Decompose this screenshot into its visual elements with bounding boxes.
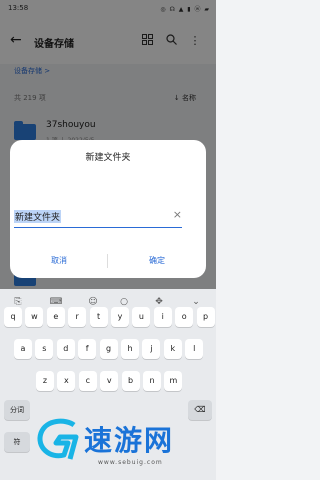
segment-key[interactable]: 分词 <box>4 400 30 420</box>
key-x[interactable]: x <box>57 371 76 391</box>
key-k[interactable]: k <box>163 339 182 359</box>
key-c[interactable]: c <box>78 371 97 391</box>
key-d[interactable]: d <box>56 339 75 359</box>
key-l[interactable]: l <box>185 339 204 359</box>
watermark-text: 速游网 <box>84 424 175 457</box>
key-u[interactable]: u <box>132 307 151 327</box>
key-j[interactable]: j <box>142 339 161 359</box>
watermark: 速游网 www.sebuig.com <box>36 413 216 473</box>
cancel-button[interactable]: 取消 <box>10 255 108 266</box>
cursor-move-icon[interactable]: ✥ <box>149 297 169 307</box>
key-q[interactable]: q <box>4 307 22 327</box>
key-g[interactable]: g <box>99 339 118 359</box>
key-t[interactable]: t <box>89 307 108 327</box>
key-h[interactable]: h <box>121 339 139 359</box>
folder-name-input-value[interactable]: 新建文件夹 <box>14 210 62 223</box>
voice-search-icon[interactable]: ○ <box>114 297 134 307</box>
key-a[interactable]: a <box>14 339 32 359</box>
key-s[interactable]: s <box>35 339 54 359</box>
key-e[interactable]: e <box>46 307 65 327</box>
key-f[interactable]: f <box>78 339 97 359</box>
key-r[interactable]: r <box>68 307 87 327</box>
key-v[interactable]: v <box>100 371 119 391</box>
watermark-url: www.sebuig.com <box>98 459 163 466</box>
confirm-button[interactable]: 确定 <box>108 255 206 266</box>
key-z[interactable]: z <box>36 371 54 391</box>
key-w[interactable]: w <box>25 307 44 327</box>
key-n[interactable]: n <box>143 371 161 391</box>
key-y[interactable]: y <box>111 307 129 327</box>
key-m[interactable]: m <box>164 371 183 391</box>
key-o[interactable]: o <box>175 307 194 327</box>
folder-name-input[interactable]: 新建文件夹 × <box>14 208 182 228</box>
input-underline <box>14 227 182 228</box>
key-b[interactable]: b <box>121 371 140 391</box>
key-p[interactable]: p <box>196 307 215 327</box>
keyboard-icon[interactable]: ⌨ <box>46 297 66 307</box>
emoji-icon[interactable]: ☺ <box>83 297 103 307</box>
watermark-logo <box>37 418 79 460</box>
key-i[interactable]: i <box>153 307 172 327</box>
collapse-keyboard-icon[interactable]: ⌄ <box>186 297 206 307</box>
clipboard-icon[interactable]: ⎘ <box>8 297 28 307</box>
clear-icon[interactable]: × <box>173 208 182 221</box>
dialog-title: 新建文件夹 <box>85 153 131 163</box>
symbol-key[interactable]: 符 <box>4 432 30 452</box>
